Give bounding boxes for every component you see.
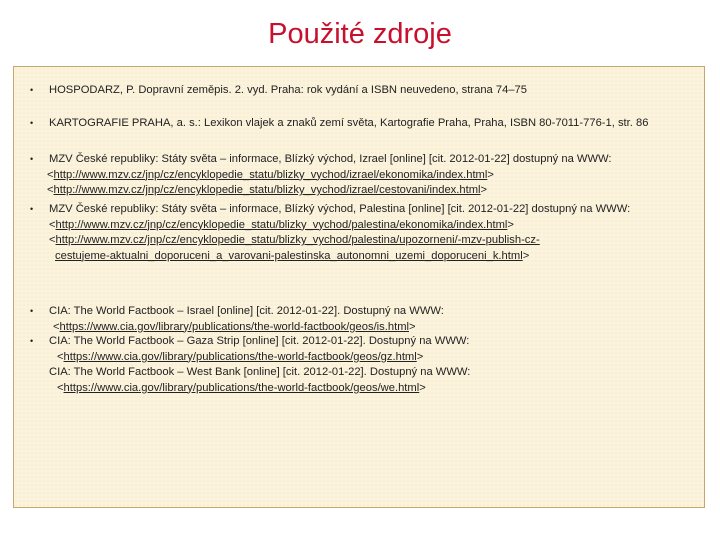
references-panel: • HOSPODARZ, P. Dopravní zeměpis. 2. vyd…	[13, 66, 705, 508]
reference-line: <http://www.mzv.cz/jnp/cz/encyklopedie_s…	[47, 168, 612, 184]
bullet-icon: •	[30, 204, 34, 214]
bracket-close: >	[522, 249, 530, 262]
reference-text: HOSPODARZ, P. Dopravní zeměpis. 2. vyd. …	[49, 84, 527, 96]
reference-text: CIA: The World Factbook – Israel [online…	[49, 304, 444, 335]
reference-line: <http://www.mzv.cz/jnp/cz/encyklopedie_s…	[49, 233, 630, 249]
bracket-close: >	[507, 218, 514, 231]
reference-link[interactable]: http://www.mzv.cz/jnp/cz/encyklopedie_st…	[54, 184, 481, 196]
reference-line: MZV České republiky: Státy světa – infor…	[49, 153, 612, 165]
reference-line: CIA: The World Factbook – Israel [online…	[49, 305, 444, 317]
reference-link[interactable]: http://www.mzv.cz/jnp/cz/encyklopedie_st…	[56, 219, 508, 231]
reference-line: CIA: The World Factbook – Gaza Strip [on…	[49, 335, 470, 347]
reference-line: MZV České republiky: Státy světa – infor…	[49, 203, 631, 215]
reference-link[interactable]: http://www.mzv.cz/jnp/cz/encyklopedie_st…	[54, 169, 488, 181]
reference-line: <https://www.cia.gov/library/publication…	[49, 350, 470, 366]
page-title: Použité zdroje	[268, 18, 452, 50]
reference-text: CIA: The World Factbook – Gaza Strip [on…	[49, 334, 470, 396]
reference-line: cestujeme-aktualni_doporuceni_a_varovani…	[49, 249, 630, 265]
bracket-close: >	[480, 184, 488, 196]
reference-text: MZV České republiky: Státy světa – infor…	[49, 202, 630, 264]
reference-line: CIA: The World Factbook – West Bank [onl…	[49, 366, 471, 378]
bracket-close: >	[487, 168, 494, 181]
reference-text: KARTOGRAFIE PRAHA, a. s.: Lexikon vlajek…	[49, 117, 649, 129]
bullet-icon: •	[30, 118, 34, 128]
bracket-close: >	[419, 381, 426, 394]
bracket-close: >	[416, 350, 424, 363]
bullet-icon: •	[30, 85, 34, 95]
reference-link[interactable]: https://www.cia.gov/library/publications…	[60, 321, 409, 333]
bracket-close: >	[409, 320, 416, 333]
reference-line: <http://www.mzv.cz/jnp/cz/encyklopedie_s…	[47, 183, 612, 199]
reference-line: <https://www.cia.gov/library/publication…	[49, 381, 470, 397]
bullet-icon: •	[30, 336, 34, 346]
bullet-icon: •	[30, 154, 34, 164]
reference-link[interactable]: http://www.mzv.cz/jnp/cz/encyklopedie_st…	[56, 234, 540, 246]
reference-text: MZV České republiky: Státy světa – infor…	[47, 152, 612, 199]
reference-link[interactable]: https://www.cia.gov/library/publications…	[64, 382, 420, 394]
reference-line: <http://www.mzv.cz/jnp/cz/encyklopedie_s…	[49, 218, 630, 234]
bullet-icon: •	[30, 306, 34, 316]
reference-line: <https://www.cia.gov/library/publication…	[49, 320, 444, 336]
reference-link[interactable]: https://www.cia.gov/library/publications…	[64, 351, 417, 363]
reference-link[interactable]: cestujeme-aktualni_doporuceni_a_varovani…	[55, 250, 523, 262]
